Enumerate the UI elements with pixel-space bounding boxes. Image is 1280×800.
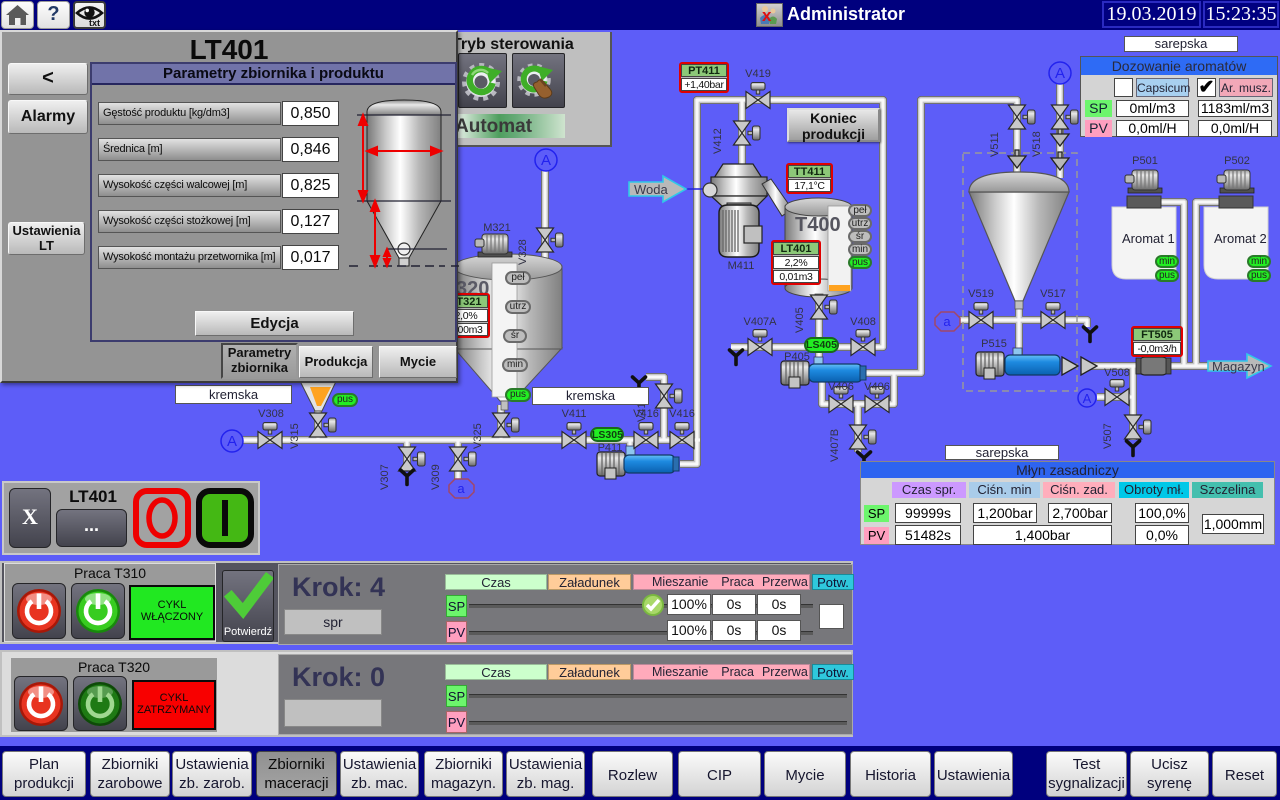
- svg-text:Woda: Woda: [634, 182, 668, 197]
- svg-text:T400: T400: [795, 214, 841, 236]
- svg-text:A: A: [541, 152, 551, 169]
- svg-text:A: A: [227, 433, 237, 450]
- svg-text:Magazyn: Magazyn: [1212, 359, 1265, 374]
- svg-text:Aromat 2: Aromat 2: [1214, 231, 1267, 246]
- svg-text:a: a: [943, 314, 951, 329]
- svg-text:a: a: [457, 481, 465, 496]
- svg-text:Aromat 1: Aromat 1: [1122, 231, 1175, 246]
- svg-text:A: A: [1055, 65, 1065, 82]
- svg-text:A: A: [1083, 391, 1092, 406]
